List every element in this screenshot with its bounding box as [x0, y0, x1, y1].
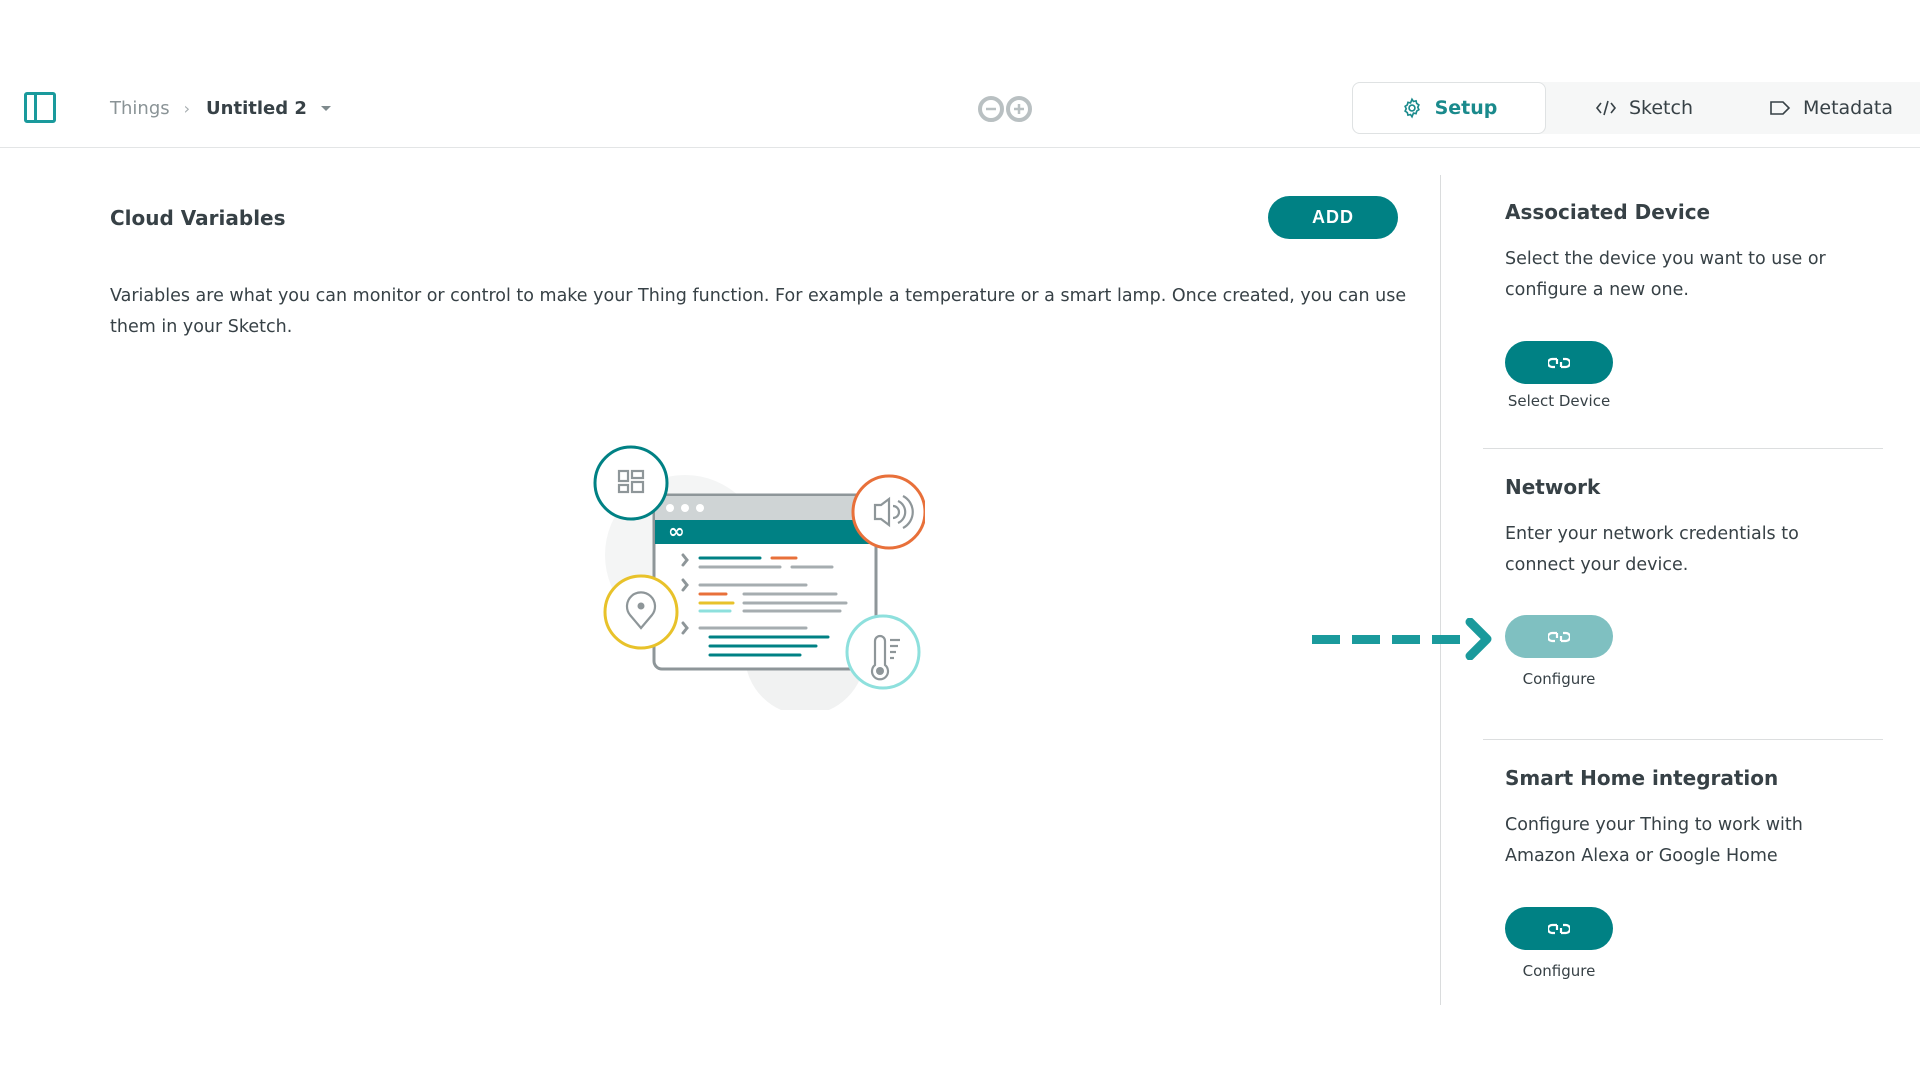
link-icon	[1548, 357, 1570, 368]
add-variable-button[interactable]: ADD	[1268, 196, 1398, 239]
breadcrumb: Things › Untitled 2	[110, 94, 332, 122]
gear-icon	[1401, 97, 1423, 119]
link-icon	[1548, 923, 1570, 934]
smart-home-configure-label: Configure	[1522, 962, 1596, 980]
tab-sketch-label: Sketch	[1628, 97, 1693, 119]
smart-home-title: Smart Home integration	[1505, 766, 1779, 790]
arduino-logo-icon	[978, 96, 1032, 122]
select-device-label: Select Device	[1507, 392, 1611, 410]
section-divider	[1483, 448, 1883, 449]
tab-sketch[interactable]: Sketch	[1546, 82, 1742, 134]
location-pin-icon	[603, 574, 679, 650]
tab-setup-label: Setup	[1434, 97, 1498, 119]
code-icon	[1595, 99, 1617, 117]
panel-divider	[1440, 175, 1441, 1005]
cloud-variables-description: Variables are what you can monitor or co…	[110, 286, 1407, 337]
thing-name: Untitled 2	[206, 97, 307, 119]
cloud-variables-title: Cloud Variables	[110, 206, 286, 230]
breadcrumb-things-link[interactable]: Things	[110, 98, 170, 119]
thermometer-icon	[845, 614, 921, 690]
thing-tabs: Setup Sketch Metadata	[1352, 82, 1920, 134]
tab-metadata-label: Metadata	[1803, 97, 1893, 119]
network-configure-button[interactable]	[1505, 615, 1613, 658]
tab-setup[interactable]: Setup	[1352, 82, 1546, 134]
network-configure-label: Configure	[1522, 670, 1596, 688]
network-description: Enter your network credentials to connec…	[1505, 524, 1799, 575]
tab-metadata[interactable]: Metadata	[1742, 82, 1920, 134]
smart-home-description: Configure your Thing to work with Amazon…	[1505, 815, 1803, 866]
tag-icon	[1769, 100, 1791, 116]
section-divider	[1483, 739, 1883, 740]
smart-home-configure-button[interactable]	[1505, 907, 1613, 950]
associated-device-title: Associated Device	[1505, 200, 1711, 224]
sidebar-toggle-icon[interactable]	[24, 92, 56, 123]
caret-down-icon	[321, 106, 332, 111]
cloud-variables-illustration: ∞	[593, 445, 925, 710]
infinity-icon: ∞	[668, 519, 685, 543]
dashed-arrow-icon	[1312, 618, 1492, 660]
chevron-right-icon: ›	[183, 98, 191, 118]
thing-name-dropdown[interactable]: Untitled 2	[206, 97, 332, 119]
smart-home-section: Smart Home integration Configure your Th…	[1505, 766, 1905, 980]
speaker-icon	[851, 474, 925, 550]
window-header-bar	[655, 520, 875, 544]
select-device-button[interactable]	[1505, 341, 1613, 384]
associated-device-section: Associated Device Select the device you …	[1505, 200, 1905, 410]
top-header: Things › Untitled 2 Setup Sketch Metadat…	[0, 0, 1920, 148]
network-title: Network	[1505, 475, 1601, 499]
associated-device-description: Select the device you want to use or con…	[1505, 249, 1826, 300]
network-section: Network Enter your network credentials t…	[1505, 475, 1905, 688]
link-icon	[1548, 631, 1570, 642]
dashboard-icon	[593, 445, 669, 521]
